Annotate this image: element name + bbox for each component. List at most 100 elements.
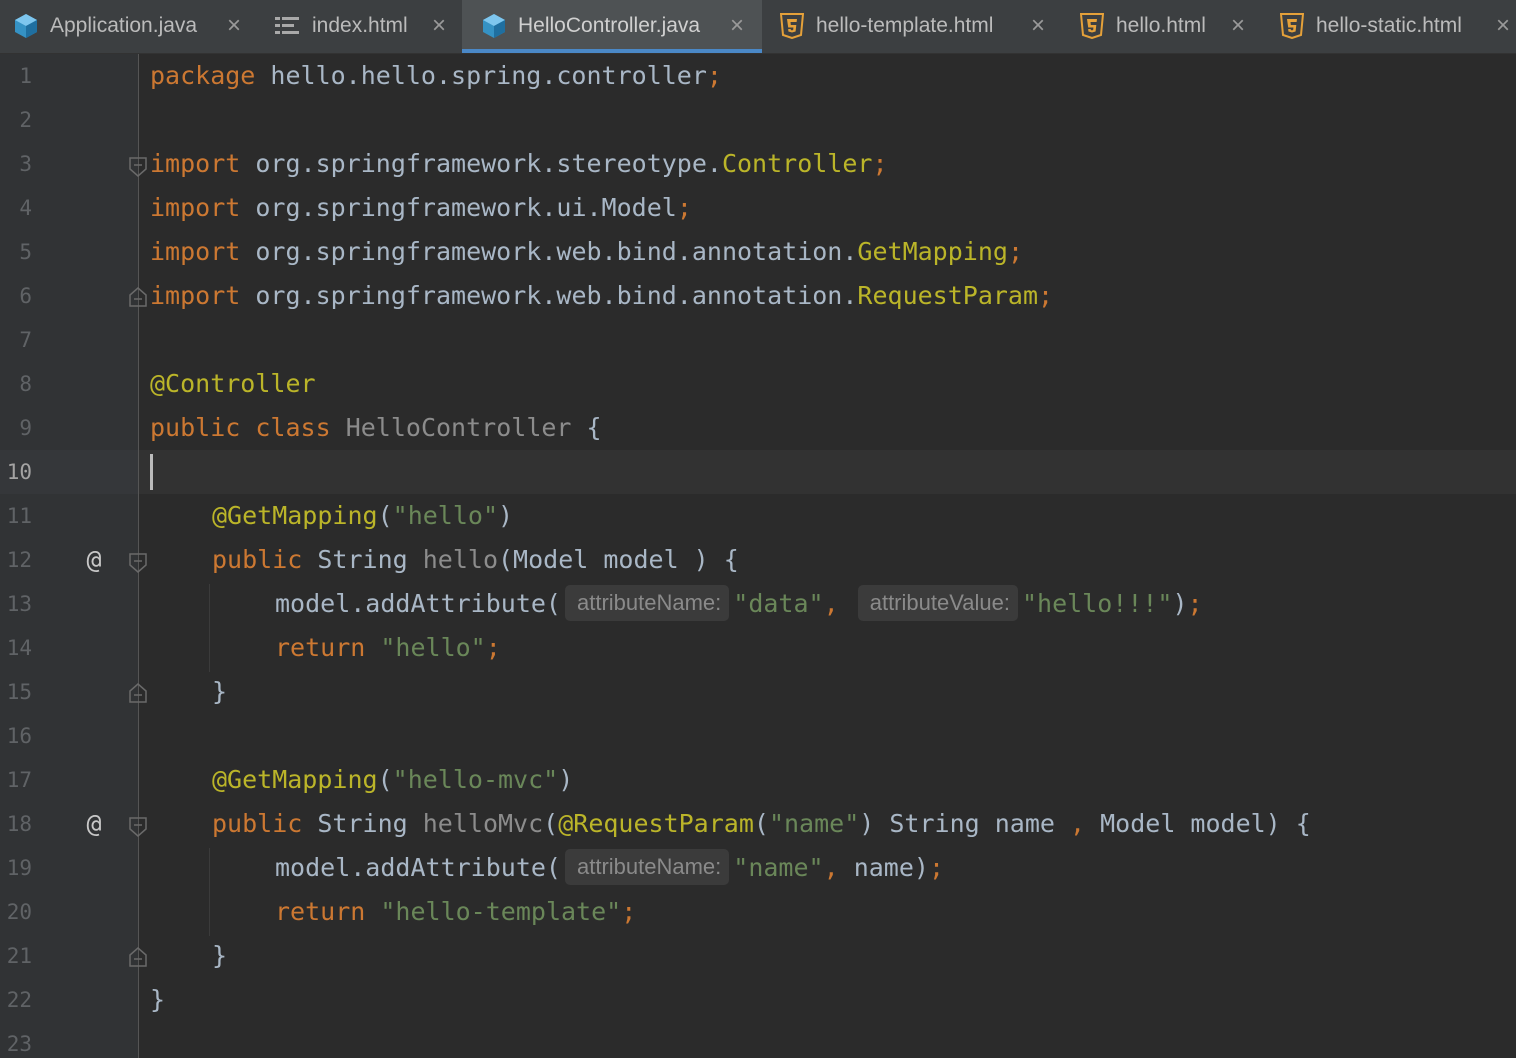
tab-label: HelloController.java — [518, 14, 701, 37]
code-line-19: model.addAttribute(attributeName: "name",… — [275, 846, 944, 890]
semicolon: ; — [1038, 281, 1054, 310]
line-number: 6 — [19, 284, 32, 308]
semicolon: ; — [928, 853, 945, 882]
return-type: String — [302, 809, 423, 838]
keyword: class — [255, 413, 331, 442]
line-number: 20 — [6, 900, 32, 924]
code-line-21: } — [212, 934, 227, 978]
import-path: org.springframework.ui.Model — [240, 193, 677, 222]
imported-class: RequestParam — [857, 281, 1039, 310]
tab-label: index.html — [312, 14, 408, 37]
keyword: return — [275, 633, 366, 662]
close-icon[interactable]: × — [428, 14, 450, 38]
html-structure-icon — [274, 13, 299, 39]
keyword: public — [150, 413, 241, 442]
line-number: 13 — [6, 592, 32, 616]
java-class-icon — [14, 13, 38, 39]
tab-label: hello.html — [1116, 14, 1206, 37]
fold-open-icon[interactable] — [128, 816, 148, 838]
method-name: hello — [422, 545, 498, 574]
semicolon: ; — [485, 633, 501, 662]
html5-icon — [1280, 13, 1304, 39]
line-number: 17 — [6, 768, 32, 792]
imported-class: Controller — [721, 149, 873, 178]
tab-hello-template-html[interactable]: hello-template.html × — [762, 0, 1062, 53]
fold-close-icon[interactable] — [128, 946, 148, 968]
line-number: 7 — [19, 328, 32, 352]
code-line-3: import org.springframework.stereotype.Co… — [150, 142, 888, 186]
code-line-22: } — [150, 978, 165, 1022]
paren: ) — [498, 501, 514, 530]
string-literal: "hello-mvc" — [392, 765, 559, 794]
line-number: 1 — [19, 64, 32, 88]
request-mapping-gutter-icon[interactable]: @ — [80, 538, 108, 582]
fold-close-icon[interactable] — [128, 682, 148, 704]
method-call: model.addAttribute( — [275, 589, 561, 618]
code-line-5: import org.springframework.web.bind.anno… — [150, 230, 1023, 274]
code-editor[interactable]: 1 2 3 4 5 6 7 8 9 10 11 12 13 14 15 16 1… — [0, 54, 1516, 1058]
line-number: 11 — [6, 504, 32, 528]
close-icon[interactable]: × — [223, 14, 245, 38]
code-line-18: public String helloMvc(@RequestParam("na… — [212, 802, 1311, 846]
fold-open-icon[interactable] — [128, 156, 148, 178]
imported-class: GetMapping — [857, 237, 1008, 266]
code-line-15: } — [212, 670, 227, 714]
indent-guide — [209, 584, 210, 672]
keyword: public — [212, 809, 303, 838]
package-name: hello.hello.spring.controller — [255, 61, 707, 90]
tab-hello-static-html[interactable]: hello-static.html × — [1262, 0, 1516, 53]
tab-label: hello-template.html — [816, 14, 994, 37]
keyword: return — [275, 897, 366, 926]
code-line-9: public class HelloController { — [150, 406, 602, 450]
close-icon[interactable]: × — [1227, 14, 1249, 38]
semicolon: ; — [1007, 237, 1023, 266]
keyword: import — [150, 149, 241, 178]
request-mapping-gutter-icon[interactable]: @ — [80, 802, 108, 846]
code-line-20: return "hello-template"; — [275, 890, 636, 934]
parameters: (Model model ) { — [498, 545, 739, 574]
close-icon[interactable]: × — [1027, 14, 1049, 38]
paren: ( — [753, 809, 769, 838]
paren: ( — [543, 809, 559, 838]
method-name: helloMvc — [422, 809, 544, 838]
brace: } — [150, 985, 166, 1014]
line-number: 19 — [6, 856, 32, 880]
string-literal: "hello" — [380, 633, 486, 662]
keyword: import — [150, 193, 241, 222]
line-number: 14 — [6, 636, 32, 660]
close-icon[interactable]: × — [1492, 14, 1514, 38]
paren: ) — [859, 809, 875, 838]
string-literal: "name" — [733, 853, 824, 882]
import-path: org.springframework.web.bind.annotation. — [240, 237, 858, 266]
line-number: 3 — [19, 152, 32, 176]
code-line-13: model.addAttribute(attributeName: "data",… — [275, 582, 1203, 626]
class-name: HelloController — [345, 413, 572, 442]
close-icon[interactable]: × — [726, 14, 748, 38]
paren: ) — [558, 765, 574, 794]
code-line-17: @GetMapping("hello-mvc") — [212, 758, 573, 802]
code-line-12: public String hello(Model model ) { — [212, 538, 739, 582]
line-number: 12 — [6, 548, 32, 572]
line-number: 23 — [6, 1032, 32, 1056]
parameter: Model model) { — [1085, 809, 1311, 838]
semicolon: ; — [621, 897, 637, 926]
keyword: import — [150, 281, 241, 310]
tab-hellocontroller-java[interactable]: HelloController.java × — [462, 0, 762, 53]
brace: } — [212, 941, 228, 970]
parameter-hint: attributeName: — [564, 585, 730, 621]
import-path: org.springframework.stereotype. — [240, 149, 722, 178]
html5-icon — [1080, 13, 1104, 39]
tab-application-java[interactable]: Application.java × — [0, 0, 262, 53]
tab-hello-html[interactable]: hello.html × — [1062, 0, 1262, 53]
method-call: model.addAttribute( — [275, 853, 561, 882]
string-literal: "hello" — [392, 501, 498, 530]
keyword: import — [150, 237, 241, 266]
line-number: 8 — [19, 372, 32, 396]
tab-index-html[interactable]: index.html × — [262, 0, 462, 53]
code-line-11: @GetMapping("hello") — [212, 494, 513, 538]
paren: ( — [377, 765, 393, 794]
fold-close-icon[interactable] — [128, 286, 148, 308]
fold-open-icon[interactable] — [128, 552, 148, 574]
import-path: org.springframework.web.bind.annotation. — [240, 281, 858, 310]
current-line-highlight — [0, 450, 1516, 494]
